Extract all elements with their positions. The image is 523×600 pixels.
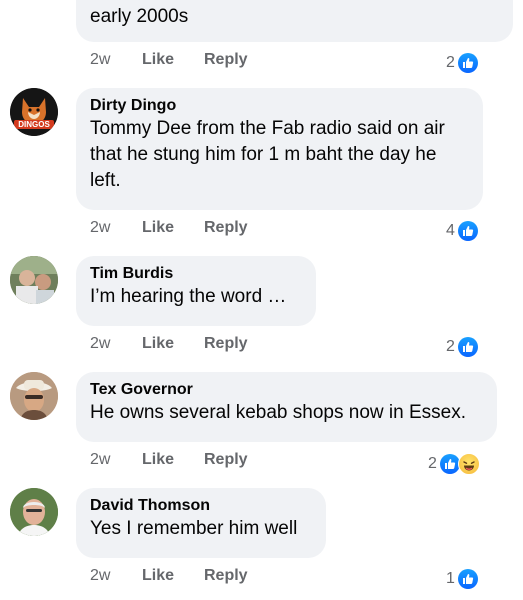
haha-icon bbox=[457, 453, 480, 475]
like-button[interactable]: Like bbox=[142, 51, 204, 69]
comment-actions: 2w Like Reply bbox=[90, 219, 248, 237]
reaction-count: 2 bbox=[446, 338, 455, 355]
reaction-summary[interactable]: 2 bbox=[446, 337, 478, 357]
comment-bubble: Tim Burdis I’m hearing the word … bbox=[76, 256, 316, 326]
reply-button[interactable]: Reply bbox=[204, 451, 248, 469]
comment-actions: 2w Like Reply bbox=[90, 451, 248, 469]
reaction-summary[interactable]: 1 bbox=[446, 569, 478, 589]
thumbs-up-icon bbox=[439, 454, 460, 474]
comment-text: early 2000s bbox=[90, 6, 189, 27]
comment-author[interactable]: Dirty Dingo bbox=[90, 96, 469, 116]
comment-author[interactable]: Tex Governor bbox=[90, 380, 483, 400]
thumbs-up-icon bbox=[457, 53, 478, 73]
comment-actions: 2w Like Reply bbox=[90, 51, 248, 69]
avatar[interactable] bbox=[10, 372, 58, 420]
reply-button[interactable]: Reply bbox=[204, 219, 248, 237]
comment-text: I’m hearing the word … bbox=[90, 286, 287, 307]
comment-bubble: David Thomson Yes I remember him well bbox=[76, 488, 326, 558]
comment-bubble: Tex Governor He owns several kebab shops… bbox=[76, 372, 497, 442]
reply-button[interactable]: Reply bbox=[204, 567, 248, 585]
comment-time[interactable]: 2w bbox=[90, 51, 142, 69]
thumbs-up-icon bbox=[457, 569, 478, 589]
comment-time[interactable]: 2w bbox=[90, 219, 142, 237]
reaction-count: 1 bbox=[446, 570, 455, 587]
reply-button[interactable]: Reply bbox=[204, 335, 248, 353]
comment-text: Yes I remember him well bbox=[90, 518, 298, 539]
avatar-logo-text: DINGOS bbox=[18, 120, 50, 129]
comment-actions: 2w Like Reply bbox=[90, 335, 248, 353]
comment-actions: 2w Like Reply bbox=[90, 567, 248, 585]
like-button[interactable]: Like bbox=[142, 451, 204, 469]
comment-time[interactable]: 2w bbox=[90, 567, 142, 585]
like-button[interactable]: Like bbox=[142, 219, 204, 237]
comment-author[interactable]: Tim Burdis bbox=[90, 264, 302, 284]
comment-time[interactable]: 2w bbox=[90, 451, 142, 469]
comment-time[interactable]: 2w bbox=[90, 335, 142, 353]
reaction-summary[interactable]: 2 bbox=[446, 53, 478, 73]
thumbs-up-icon bbox=[457, 221, 478, 241]
comment-text: He owns several kebab shops now in Essex… bbox=[90, 402, 466, 423]
comment-bubble: Dirty Dingo Tommy Dee from the Fab radio… bbox=[76, 88, 483, 210]
comment-text: Tommy Dee from the Fab radio said on air… bbox=[90, 118, 445, 191]
avatar[interactable]: DINGOS bbox=[10, 88, 58, 136]
reaction-count: 4 bbox=[446, 222, 455, 239]
like-button[interactable]: Like bbox=[142, 335, 204, 353]
reaction-summary[interactable]: 2 bbox=[428, 453, 480, 475]
reaction-count: 2 bbox=[428, 455, 437, 472]
thumbs-up-icon bbox=[457, 337, 478, 357]
reaction-summary[interactable]: 4 bbox=[446, 221, 478, 241]
avatar[interactable] bbox=[10, 256, 58, 304]
like-button[interactable]: Like bbox=[142, 567, 204, 585]
reaction-count: 2 bbox=[446, 54, 455, 71]
comment-bubble: early 2000s bbox=[76, 0, 513, 42]
comment-author[interactable]: David Thomson bbox=[90, 496, 312, 516]
avatar[interactable] bbox=[10, 488, 58, 536]
reply-button[interactable]: Reply bbox=[204, 51, 248, 69]
